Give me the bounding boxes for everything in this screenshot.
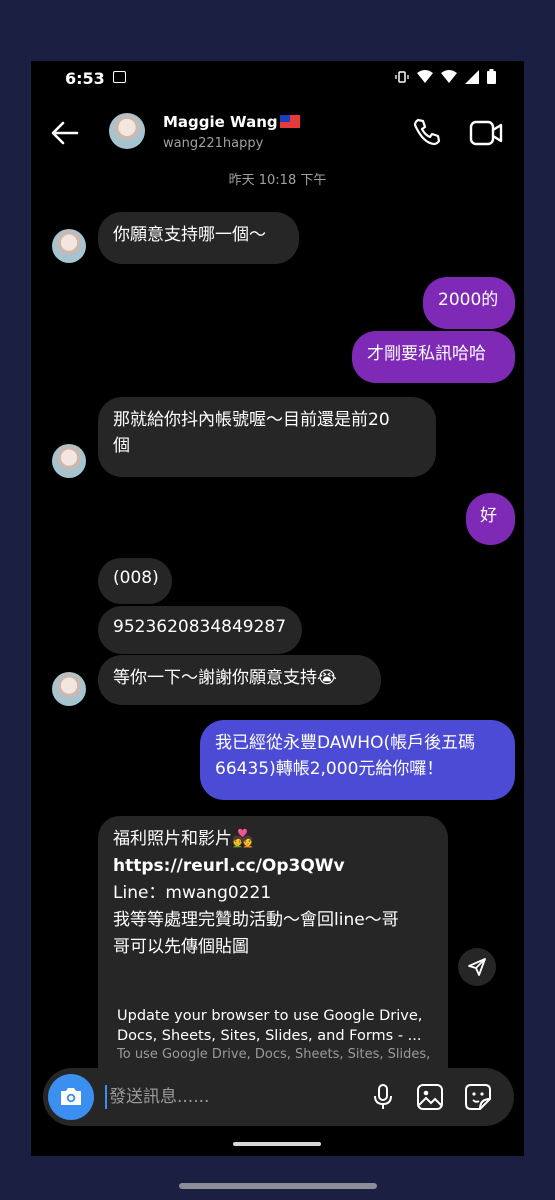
message-bubble-incoming[interactable]: (008): [98, 558, 172, 604]
status-bar: 6:53: [31, 61, 524, 95]
contact-name-text: Maggie Wang: [163, 113, 278, 131]
shared-message-title: 福利照片和影片💑: [113, 829, 254, 849]
shared-link-message[interactable]: 福利照片和影片💑 https://reurl.cc/Op3QWv Line：mw…: [98, 816, 448, 1076]
message-composer: 發送訊息......: [43, 1068, 514, 1126]
avatar[interactable]: [52, 672, 86, 706]
chat-timestamp: 昨天 10:18 下午: [228, 173, 327, 188]
back-arrow-icon[interactable]: [47, 115, 83, 151]
avatar[interactable]: [109, 113, 145, 149]
message-bubble-outgoing[interactable]: 我已經從永豐DAWHO(帳戶後五碼 66435)轉帳2,000元給你囉！: [200, 720, 515, 800]
video-call-icon[interactable]: [469, 119, 503, 147]
taiwan-flag-icon: [279, 115, 300, 128]
shared-message-text: 福利照片和影片💑 https://reurl.cc/Op3QWv Line：mw…: [113, 826, 443, 961]
message-bubble-incoming[interactable]: 你願意支持哪一個～: [98, 212, 299, 264]
message-bubble-incoming[interactable]: 9523620834849287: [98, 606, 302, 654]
link-preview-description: To use Google Drive, Docs, Sheets, Sites…: [117, 1047, 431, 1062]
shared-line-id: Line：mwang0221: [113, 883, 272, 903]
gesture-nav-bar[interactable]: [233, 1142, 321, 1146]
message-bubble-incoming[interactable]: 那就給你抖內帳號喔～目前還是前20 個: [98, 397, 436, 477]
message-bubble-outgoing[interactable]: 2000的: [423, 277, 515, 329]
message-bubble-outgoing[interactable]: 好: [466, 493, 515, 545]
contact-name[interactable]: Maggie Wang: [163, 113, 300, 131]
phone-call-icon[interactable]: [411, 117, 441, 147]
battery-icon: [487, 69, 496, 88]
microphone-icon[interactable]: [368, 1082, 398, 1112]
camera-icon: [61, 1088, 81, 1105]
camera-button[interactable]: [48, 1074, 94, 1120]
shared-link-url[interactable]: https://reurl.cc/Op3QWv: [113, 853, 443, 880]
vibrate-icon: [395, 69, 409, 88]
wifi-icon-2: [441, 69, 457, 88]
image-notification-icon: [113, 71, 126, 83]
share-send-icon[interactable]: [458, 948, 496, 986]
cell-signal-icon: [465, 69, 479, 88]
wifi-icon: [417, 69, 433, 88]
contact-username: wang221happy: [163, 136, 264, 151]
status-time: 6:53: [65, 69, 105, 88]
avatar[interactable]: [52, 229, 86, 263]
shared-message-body: 我等等處理完贊助活動～會回line～哥 哥可以先傳個貼圖: [113, 910, 399, 957]
gallery-icon[interactable]: [415, 1082, 445, 1112]
message-bubble-incoming[interactable]: 等你一下～謝謝你願意支持😭: [98, 655, 381, 705]
chat-header: Maggie Wang wang221happy: [31, 101, 524, 165]
avatar[interactable]: [52, 444, 86, 478]
link-preview-title[interactable]: Update your browser to use Google Drive,…: [117, 1006, 437, 1046]
message-input[interactable]: 發送訊息......: [105, 1085, 209, 1109]
phone-screen: 6:53 Maggie Wang wang221happy 昨天 10:18 下…: [31, 61, 524, 1156]
message-bubble-outgoing[interactable]: 才剛要私訊哈哈: [352, 331, 515, 383]
sticker-icon[interactable]: [463, 1082, 493, 1112]
home-indicator[interactable]: [179, 1183, 377, 1189]
